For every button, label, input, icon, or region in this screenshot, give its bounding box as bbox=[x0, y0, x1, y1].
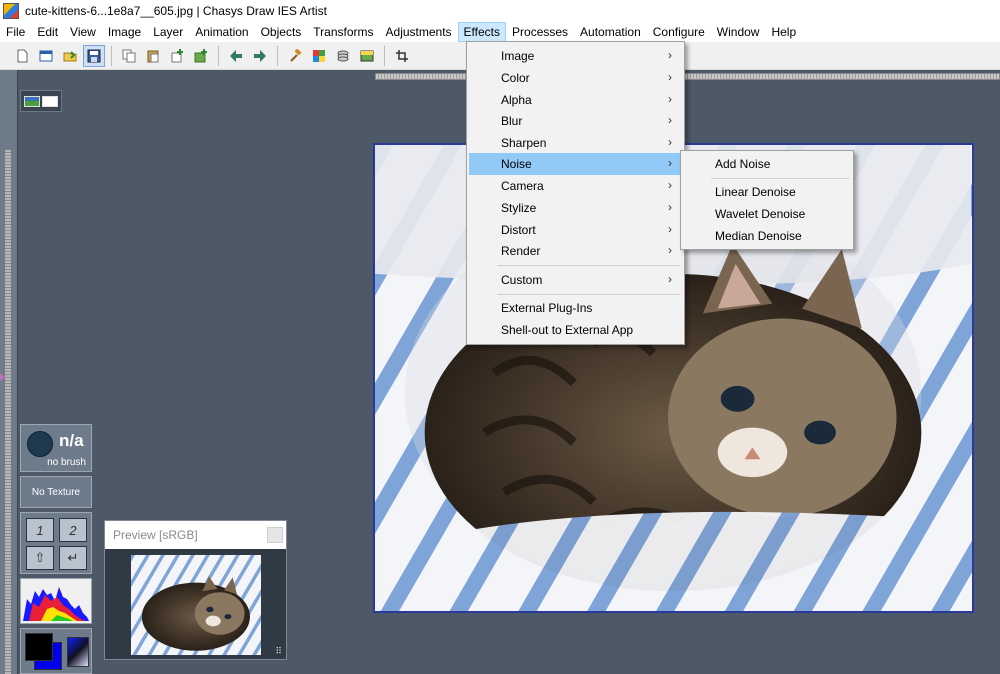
menu-item-alpha[interactable]: Alpha › bbox=[469, 89, 682, 111]
open-file-icon[interactable] bbox=[59, 45, 81, 67]
chevron-right-icon: › bbox=[668, 156, 672, 170]
window-title: cute-kittens-6...1e8a7__605.jpg | Chasys… bbox=[25, 4, 327, 18]
foreground-color-swatch[interactable] bbox=[25, 633, 53, 661]
menu-effects[interactable]: Effects bbox=[457, 22, 507, 42]
menu-item-render[interactable]: Render › bbox=[469, 240, 682, 262]
document-thumbnails[interactable] bbox=[20, 90, 62, 112]
forward-arrow-icon[interactable] bbox=[249, 45, 271, 67]
chevron-right-icon: › bbox=[668, 200, 672, 214]
menu-separator bbox=[497, 265, 680, 266]
menu-window[interactable]: Window bbox=[711, 22, 766, 42]
chevron-right-icon: › bbox=[668, 222, 672, 236]
pad-shift-button[interactable]: ⇧ bbox=[26, 546, 54, 570]
new-file-icon[interactable] bbox=[11, 45, 33, 67]
menu-view[interactable]: View bbox=[64, 22, 102, 42]
menu-item-add-noise[interactable]: Add Noise bbox=[683, 153, 851, 175]
menu-automation[interactable]: Automation bbox=[574, 22, 647, 42]
brush-caption: no brush bbox=[47, 457, 86, 468]
chevron-right-icon: › bbox=[668, 70, 672, 84]
toolbar-separator bbox=[384, 45, 385, 66]
preview-header: Preview [sRGB] bbox=[105, 521, 286, 549]
layers-icon[interactable] bbox=[332, 45, 354, 67]
preview-window[interactable]: Preview [sRGB] ⠿ bbox=[104, 520, 287, 660]
menu-item-linear-denoise[interactable]: Linear Denoise bbox=[683, 181, 851, 203]
menu-item-stylize[interactable]: Stylize › bbox=[469, 197, 682, 219]
pad-button-2[interactable]: 2 bbox=[59, 518, 87, 542]
menu-item-custom[interactable]: Custom › bbox=[469, 269, 682, 291]
copy-icon[interactable] bbox=[118, 45, 140, 67]
menu-layer[interactable]: Layer bbox=[147, 22, 189, 42]
menu-item-camera[interactable]: Camera › bbox=[469, 175, 682, 197]
chevron-right-icon: › bbox=[668, 92, 672, 106]
paste-icon[interactable] bbox=[142, 45, 164, 67]
new-window-icon[interactable] bbox=[35, 45, 57, 67]
histogram-chart bbox=[23, 587, 89, 621]
toolbar-separator bbox=[277, 45, 278, 66]
pad-button-1[interactable]: 1 bbox=[26, 518, 54, 542]
vertical-ruler bbox=[5, 150, 11, 674]
menu-help[interactable]: Help bbox=[765, 22, 802, 42]
menu-processes[interactable]: Processes bbox=[506, 22, 574, 42]
menu-item-noise[interactable]: Noise › bbox=[469, 153, 682, 175]
menu-item-median-denoise[interactable]: Median Denoise bbox=[683, 225, 851, 247]
brush-preview-icon bbox=[27, 431, 53, 457]
texture-panel[interactable]: No Texture bbox=[20, 476, 92, 508]
menu-configure[interactable]: Configure bbox=[647, 22, 711, 42]
color-panel bbox=[20, 628, 92, 674]
chevron-right-icon: › bbox=[668, 48, 672, 62]
menu-transforms[interactable]: Transforms bbox=[307, 22, 379, 42]
menu-animation[interactable]: Animation bbox=[189, 22, 254, 42]
image-icon[interactable] bbox=[356, 45, 378, 67]
crop-icon[interactable] bbox=[391, 45, 413, 67]
menu-separator bbox=[711, 178, 849, 179]
menu-item-distort[interactable]: Distort › bbox=[469, 219, 682, 241]
noise-submenu: Add Noise Linear Denoise Wavelet Denoise… bbox=[680, 150, 854, 250]
color-grid-icon[interactable] bbox=[308, 45, 330, 67]
chevron-right-icon: › bbox=[668, 113, 672, 127]
menu-item-shell-out[interactable]: Shell-out to External App bbox=[469, 319, 682, 341]
new-layer-icon[interactable] bbox=[166, 45, 188, 67]
preview-title: Preview [sRGB] bbox=[113, 528, 198, 542]
thumbnail-image[interactable] bbox=[24, 95, 40, 107]
close-icon[interactable] bbox=[267, 527, 283, 543]
menu-bar: File Edit View Image Layer Animation Obj… bbox=[0, 22, 1000, 42]
texture-label: No Texture bbox=[31, 486, 81, 498]
toolbar-separator bbox=[218, 45, 219, 66]
histogram-panel[interactable] bbox=[20, 578, 92, 624]
gradient-swatch[interactable] bbox=[67, 637, 89, 667]
chevron-right-icon: › bbox=[668, 178, 672, 192]
add-layer-icon[interactable] bbox=[190, 45, 212, 67]
menu-file[interactable]: File bbox=[0, 22, 31, 42]
menu-item-color[interactable]: Color › bbox=[469, 67, 682, 89]
resize-grip-icon[interactable]: ⠿ bbox=[275, 647, 282, 656]
menu-objects[interactable]: Objects bbox=[255, 22, 308, 42]
back-arrow-icon[interactable] bbox=[225, 45, 247, 67]
pad-enter-button[interactable]: ↵ bbox=[59, 546, 87, 570]
left-rail bbox=[0, 70, 18, 674]
title-bar: cute-kittens-6...1e8a7__605.jpg | Chasys… bbox=[0, 0, 1000, 22]
toolbar-separator bbox=[111, 45, 112, 66]
menu-item-wavelet-denoise[interactable]: Wavelet Denoise bbox=[683, 203, 851, 225]
menu-item-sharpen[interactable]: Sharpen › bbox=[469, 132, 682, 154]
button-pad: 1 2 ⇧ ↵ bbox=[20, 512, 92, 574]
app-icon bbox=[3, 3, 19, 19]
menu-separator bbox=[497, 294, 680, 295]
menu-item-blur[interactable]: Blur › bbox=[469, 110, 682, 132]
chevron-right-icon: › bbox=[668, 135, 672, 149]
save-icon[interactable] bbox=[83, 44, 105, 67]
chevron-right-icon: › bbox=[668, 272, 672, 286]
effects-menu: Image › Color › Alpha › Blur › Sharpen › Nois… bbox=[466, 41, 685, 345]
brush-size: n/a bbox=[59, 431, 84, 450]
chevron-right-icon: › bbox=[668, 243, 672, 257]
menu-edit[interactable]: Edit bbox=[31, 22, 64, 42]
thumbnail-mask[interactable] bbox=[42, 95, 58, 107]
hammer-icon[interactable] bbox=[284, 45, 306, 67]
preview-image bbox=[131, 555, 261, 655]
menu-item-image[interactable]: Image › bbox=[469, 45, 682, 67]
menu-item-external-plugins[interactable]: External Plug-Ins bbox=[469, 297, 682, 319]
rail-marker-icon bbox=[0, 373, 5, 381]
menu-adjustments[interactable]: Adjustments bbox=[380, 22, 458, 42]
menu-image[interactable]: Image bbox=[102, 22, 147, 42]
brush-panel[interactable]: n/a no brush bbox=[20, 424, 92, 472]
